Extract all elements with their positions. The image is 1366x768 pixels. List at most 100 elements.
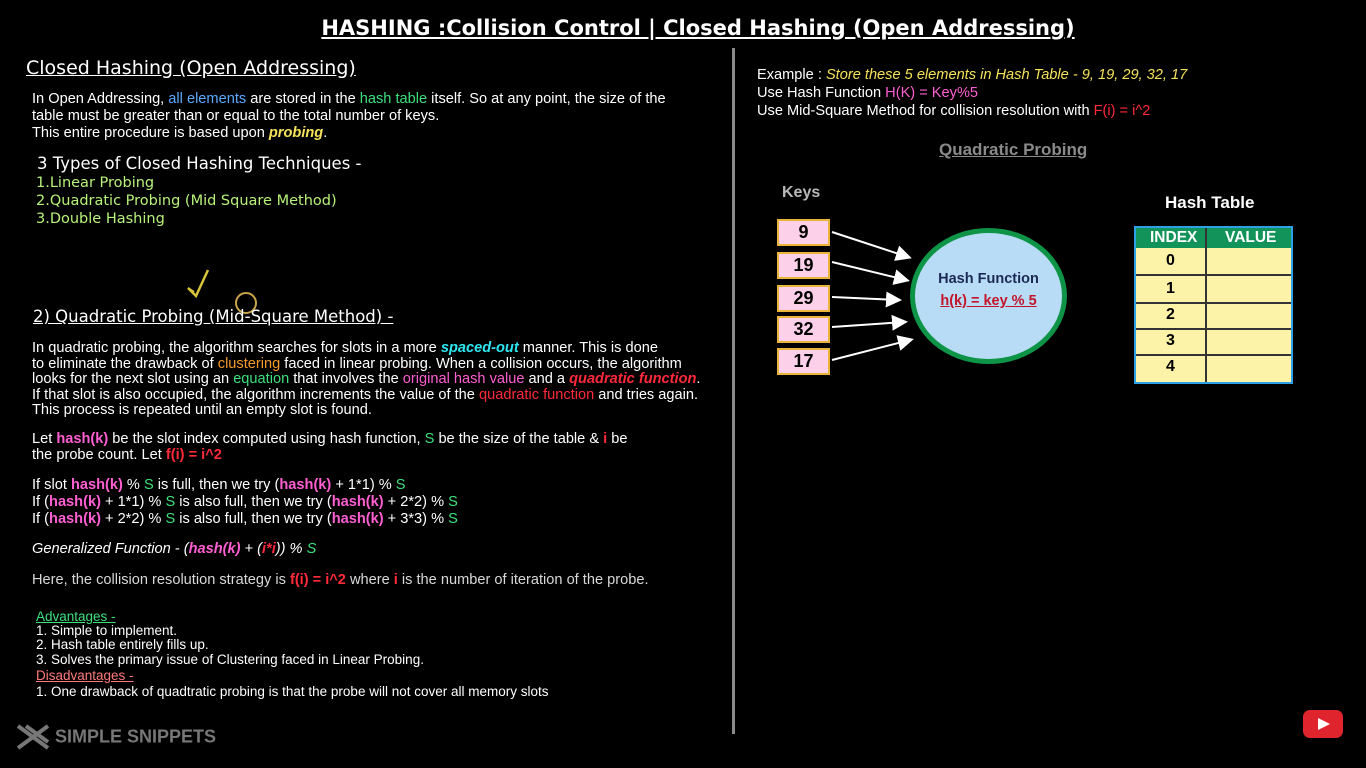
list-item: 1.Linear Probing: [36, 175, 155, 191]
column-header-index: INDEX: [1150, 229, 1198, 246]
arrows-diagram: [831, 231, 914, 361]
text: Here, the collision resolution strategy …: [32, 572, 290, 588]
arrow: [831, 261, 910, 285]
text: Use Hash Function: [757, 85, 886, 101]
index-cell: 0: [1166, 252, 1175, 269]
example-line: Example : Store these 5 elements in Hash…: [757, 66, 1357, 84]
hash-function-label: Hash Function: [938, 271, 1039, 287]
text: Generalized Function - (: [32, 541, 189, 557]
list-item: 2. Hash table entirely fills up.: [36, 637, 209, 653]
list-item: 1. One drawback of quadtratic probing is…: [36, 684, 549, 700]
strategy-line: Here, the collision resolution strategy …: [32, 572, 649, 588]
text: spaced-out: [440, 340, 519, 356]
text: In Open Addressing,: [32, 91, 169, 107]
text: hash(k): [279, 477, 332, 493]
text: S: [165, 494, 176, 510]
text: S: [448, 494, 458, 510]
let-line-2: the probe count. Let f(i) = i^2: [32, 447, 732, 464]
section-heading: Closed Hashing (Open Addressing): [26, 57, 356, 79]
column-divider: [732, 48, 735, 734]
text: .: [323, 125, 328, 141]
hash-table-label: Hash Table: [1165, 193, 1255, 212]
text: quadratic function: [569, 371, 697, 387]
intro-paragraph: In Open Addressing, all elements are sto…: [32, 91, 722, 142]
text: If (: [32, 511, 50, 527]
text: itself. So at any point, the size of the: [427, 91, 666, 107]
text: faced in linear probing. When a collisio…: [280, 355, 682, 372]
arrow: [831, 314, 908, 331]
arrow: [831, 231, 912, 261]
logo-x-icon: [16, 724, 50, 750]
key-box: 32: [777, 316, 830, 343]
text: hash(k): [49, 511, 101, 527]
text: + 1*1) %: [100, 494, 166, 510]
let-paragraph: Let hash(k) be the slot index computed u…: [32, 431, 732, 464]
table-row: 0: [1136, 248, 1291, 276]
text: )) %: [275, 541, 307, 557]
text: Example :: [757, 67, 826, 83]
text: F(i) = i^2: [1093, 103, 1151, 119]
advantages-section: Advantages - 1. Simple to implement. 2. …: [36, 609, 549, 700]
text: be the size of the table &: [434, 431, 604, 447]
text: H(K) = Key%5: [885, 85, 979, 101]
qp-heading: 2) Quadratic Probing (Mid-Square Method)…: [33, 307, 394, 326]
text: hash(k): [56, 431, 109, 447]
text: equation: [233, 371, 290, 387]
types-list: 1.Linear Probing 2.Quadratic Probing (Mi…: [36, 174, 337, 228]
mid-square-line: Use Mid-Square Method for collision reso…: [757, 102, 1357, 120]
table-row: 1: [1136, 276, 1291, 304]
text: is also full, then we try (: [175, 494, 332, 510]
text: Store these 5 elements in Hash Table - 9…: [825, 67, 1188, 83]
probe-steps: If slot hash(k) % S is full, then we try…: [32, 477, 732, 528]
text: i*i: [261, 541, 276, 557]
table-row: 3: [1136, 328, 1291, 356]
text: all elements: [168, 91, 247, 107]
text: + 2*2) %: [100, 511, 166, 527]
text: to eliminate the drawback of: [32, 355, 218, 372]
text: This entire procedure is based upon: [32, 125, 269, 141]
index-cell: 2: [1166, 306, 1175, 323]
desc-line-1: In quadratic probing, the algorithm sear…: [32, 340, 732, 357]
probe-step-3: If (hash(k) + 2*2) % S is also full, the…: [32, 511, 732, 528]
types-heading: 3 Types of Closed Hashing Techniques -: [37, 154, 362, 173]
hash-function-formula: h(k) = key % 5: [940, 293, 1037, 309]
probe-step-1: If slot hash(k) % S is full, then we try…: [32, 477, 732, 494]
generalized-function: Generalized Function - (hash(k) + (i*i))…: [32, 541, 316, 557]
index-cell: 1: [1166, 280, 1175, 297]
text: hash(k): [331, 494, 384, 510]
text: In quadratic probing, the algorithm sear…: [32, 340, 441, 356]
youtube-play-icon[interactable]: [1303, 710, 1343, 738]
text: S: [165, 511, 176, 527]
desc-line-3: looks for the next slot using an equatio…: [32, 371, 732, 388]
text: is full, then we try (: [153, 477, 280, 493]
intro-line-2: table must be greater than or equal to t…: [32, 108, 440, 124]
text: If slot: [32, 477, 71, 493]
text: original hash value: [402, 371, 525, 387]
hash-table: INDEX VALUE 0 1 2 3 4: [1134, 226, 1293, 384]
text: .: [696, 371, 701, 387]
text: S: [448, 511, 458, 527]
intro-line-3: This entire procedure is based upon prob…: [32, 125, 722, 142]
text: If (: [32, 494, 50, 510]
arrow: [831, 291, 902, 308]
table-row: 2: [1136, 302, 1291, 330]
text: manner. This is done: [518, 340, 658, 356]
text: Let: [32, 431, 57, 447]
text: hash table: [359, 91, 428, 107]
hash-function-line: Use Hash Function H(K) = Key%5: [757, 84, 1357, 102]
text: clustering: [217, 355, 281, 372]
text: %: [122, 477, 144, 493]
diagram-title: Quadratic Probing: [939, 140, 1088, 159]
key-box: 17: [777, 348, 830, 375]
brand-logo: SIMPLE SNIPPETS: [16, 724, 216, 750]
text: hash(k): [70, 477, 123, 493]
example-block: Example : Store these 5 elements in Hash…: [757, 66, 1357, 120]
desc-line-4: If that slot is also occupied, the algor…: [32, 386, 732, 404]
text: If that slot is also occupied, the algor…: [32, 386, 479, 403]
list-item: 3.Double Hashing: [36, 211, 165, 227]
text: hash(k): [188, 541, 241, 557]
text: f(i) = i^2: [289, 572, 346, 588]
arrow: [831, 335, 914, 361]
text: and a: [524, 371, 570, 387]
page-title: HASHING :Collision Control | Closed Hash…: [321, 16, 1075, 40]
